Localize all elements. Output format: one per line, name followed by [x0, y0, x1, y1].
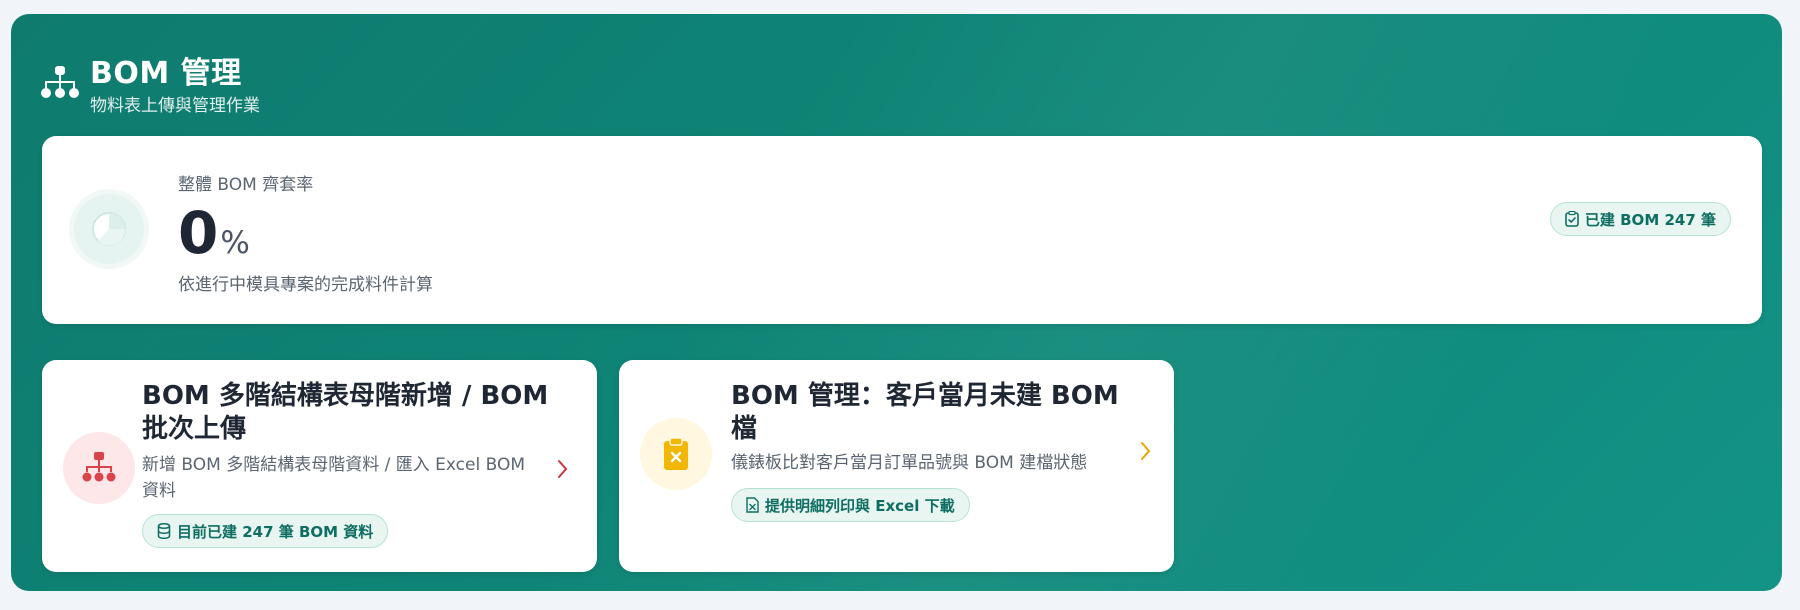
- rate-ring: [74, 194, 144, 264]
- rate-value: 0%: [178, 198, 250, 268]
- clipboard-x-icon: [664, 437, 688, 470]
- icon-circle: [640, 418, 712, 490]
- built-bom-badge: 已建 BOM 247 筆: [1549, 202, 1731, 236]
- card-description: 儀錶板比對客戶當月訂單品號與 BOM 建檔狀態: [731, 453, 1088, 473]
- file-excel-icon: [746, 497, 759, 513]
- built-bom-label: 已建 BOM 247 筆: [1584, 210, 1716, 229]
- export-options-badge: 提供明細列印與 Excel 下載: [731, 488, 970, 522]
- sitemap-icon: [82, 452, 116, 482]
- pie-chart-icon: [92, 212, 126, 246]
- icon-circle: [63, 432, 135, 504]
- chevron-right-icon: [558, 460, 568, 478]
- card-title: BOM 多階結構表母階新增 / BOM 批次上傳: [142, 381, 549, 444]
- bom-upload-card[interactable]: BOM 多階結構表母階新增 / BOM 批次上傳 新增 BOM 多階結構表母階資…: [42, 360, 597, 572]
- sitemap-icon: [41, 66, 79, 98]
- bom-count-label: 目前已建 247 筆 BOM 資料: [177, 522, 374, 541]
- completion-rate-card: 整體 BOM 齊套率 0% 依進行中模具專案的完成料件計算 已建 BOM 247…: [42, 136, 1762, 324]
- export-options-label: 提供明細列印與 Excel 下載: [765, 496, 955, 515]
- rate-number: 0: [178, 199, 219, 267]
- clipboard-check-icon: [1565, 211, 1579, 227]
- rate-unit: %: [220, 225, 250, 261]
- page-title: BOM 管理: [90, 56, 242, 91]
- bom-management-panel: BOM 管理 物料表上傳與管理作業 整體 BOM 齊套率 0% 依進行中模具專案…: [11, 14, 1782, 591]
- card-description: 新增 BOM 多階結構表母階資料 / 匯入 Excel BOM 資料: [142, 455, 526, 501]
- bom-count-badge: 目前已建 247 筆 BOM 資料: [142, 514, 389, 548]
- page-subtitle: 物料表上傳與管理作業: [90, 96, 260, 116]
- card-title: BOM 管理：客戶當月未建 BOM 檔: [731, 381, 1119, 444]
- missing-bom-card[interactable]: BOM 管理：客戶當月未建 BOM 檔 儀錶板比對客戶當月訂單品號與 BOM 建…: [619, 360, 1174, 572]
- database-icon: [157, 523, 171, 539]
- chevron-right-icon: [1141, 442, 1151, 460]
- rate-label: 整體 BOM 齊套率: [178, 175, 314, 195]
- rate-note: 依進行中模具專案的完成料件計算: [178, 275, 433, 295]
